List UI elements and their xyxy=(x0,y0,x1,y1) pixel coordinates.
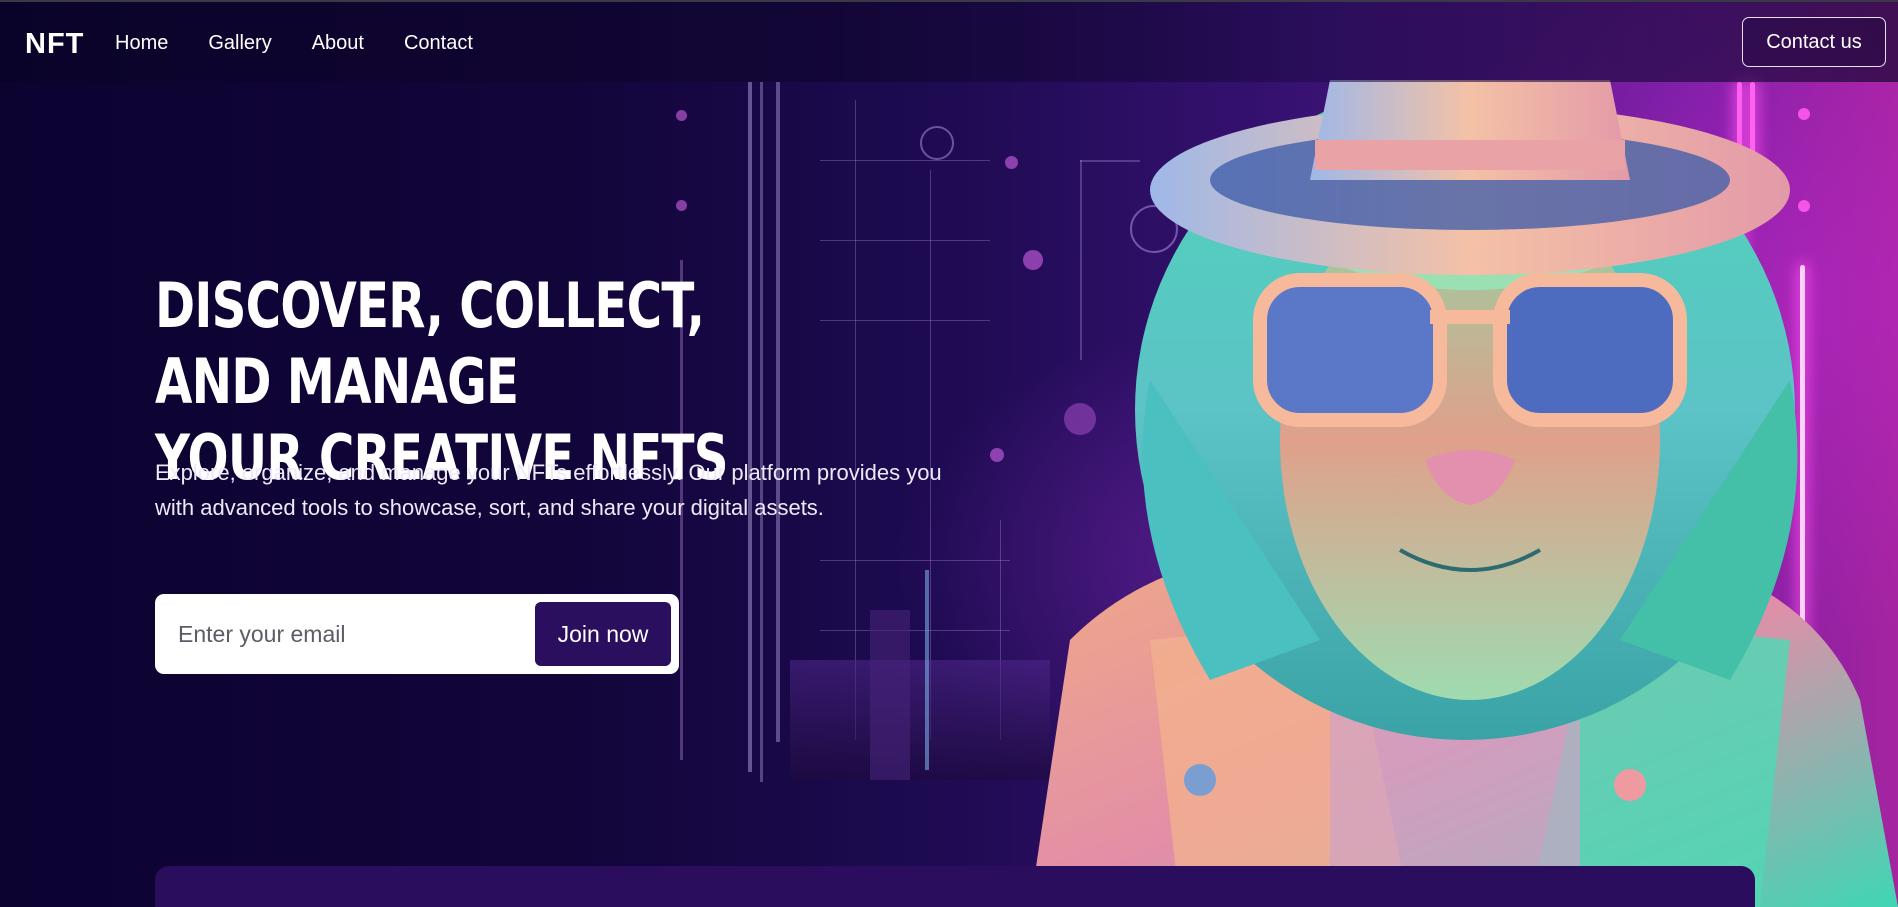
nav-link-home[interactable]: Home xyxy=(115,32,168,55)
nav-links: Home Gallery About Contact xyxy=(115,32,513,55)
email-signup-form: Join now xyxy=(155,594,679,674)
hero-subtitle: Explore, organize, and manage your NFTs … xyxy=(155,460,942,520)
join-now-button[interactable]: Join now xyxy=(535,602,671,666)
next-section-card xyxy=(155,866,1755,907)
email-input[interactable] xyxy=(155,594,525,674)
top-navbar: NFT Home Gallery About Contact Contact u… xyxy=(0,0,1898,82)
nav-link-contact[interactable]: Contact xyxy=(404,32,473,55)
lion-artwork-image xyxy=(1030,80,1898,907)
nav-link-about[interactable]: About xyxy=(312,32,364,55)
contact-us-button[interactable]: Contact us xyxy=(1742,17,1886,67)
brand-logo[interactable]: NFT xyxy=(25,28,84,61)
nav-link-gallery[interactable]: Gallery xyxy=(208,32,271,55)
landing-page: NFT Home Gallery About Contact Contact u… xyxy=(0,0,1898,907)
